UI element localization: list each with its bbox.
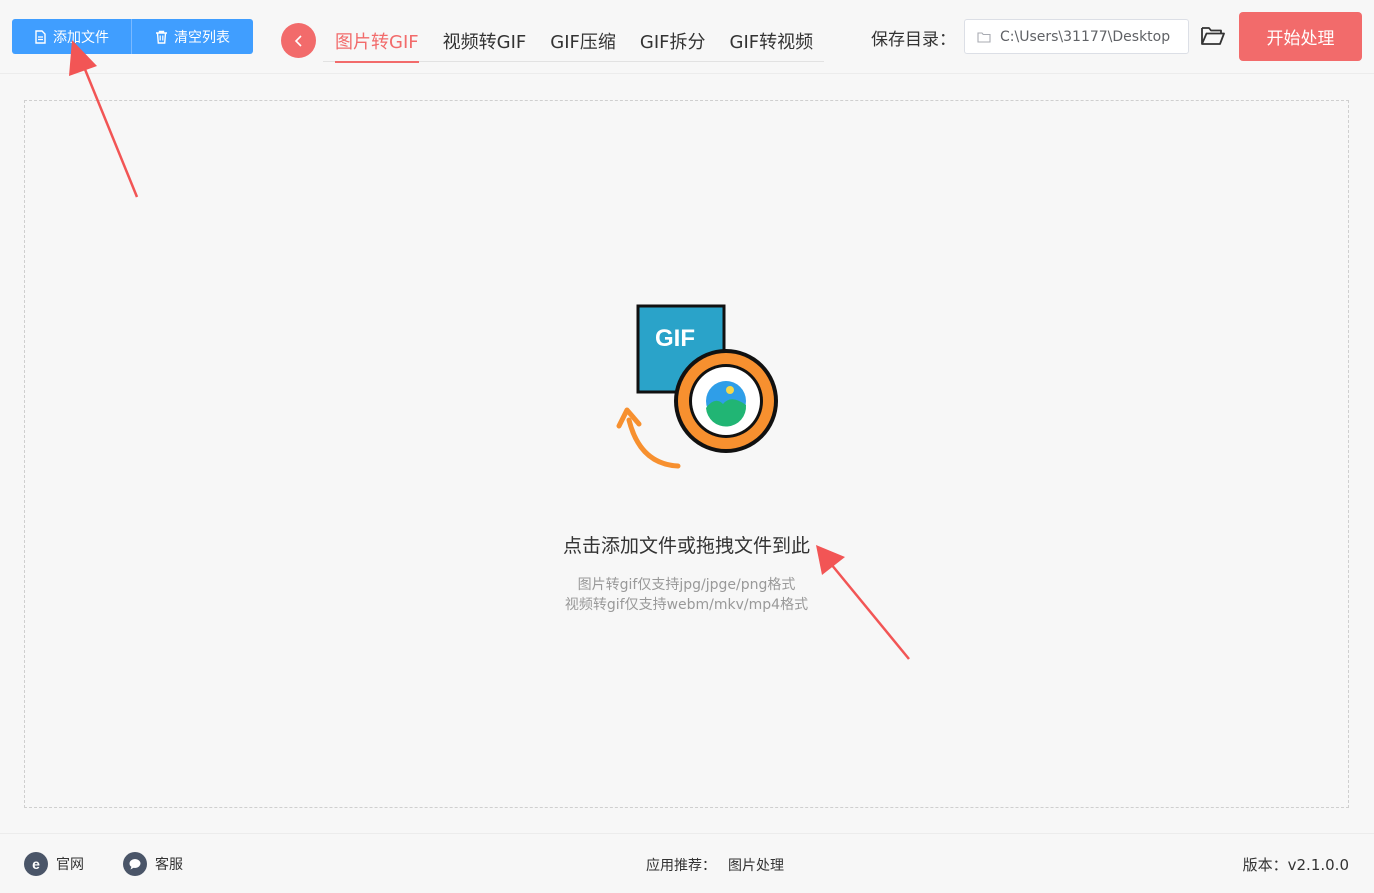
clear-list-label: 清空列表 (174, 29, 230, 46)
file-drop-zone[interactable]: GIF 点击添加文件或拖拽文件到此 图片转gif仅支持jpg/jpge/png格… (24, 100, 1349, 808)
save-path-input[interactable]: C:\Users\31177\Desktop (964, 19, 1189, 54)
official-site-link[interactable]: e 官网 (24, 852, 84, 876)
recommend-label: 应用推荐： (646, 858, 716, 874)
recommend-link[interactable]: 图片处理 (728, 858, 784, 874)
tab-gif-compress[interactable]: GIF压缩 (538, 20, 628, 62)
tab-video-to-gif[interactable]: 视频转GIF (431, 20, 539, 62)
gif-label: GIF (655, 325, 695, 352)
chevron-left-icon (294, 34, 302, 47)
format-hint-video: 视频转gif仅支持webm/mkv/mp4格式 (564, 597, 809, 613)
tab-image-to-gif[interactable]: 图片转GIF (323, 20, 431, 63)
version-text: 版本：v2.1.0.0 (1242, 856, 1349, 874)
add-file-button[interactable]: 添加文件 (12, 19, 132, 54)
browse-folder-button[interactable] (1200, 25, 1226, 51)
tab-gif-to-video[interactable]: GIF转视频 (718, 20, 826, 62)
file-button-group: 添加文件 清空列表 (12, 19, 253, 54)
drop-instruction: 点击添加文件或拖拽文件到此 (562, 535, 810, 557)
save-dir-label: 保存目录： (871, 30, 956, 50)
top-bar: 添加文件 清空列表 图片转GIF 视频转GIF GIF压缩 GIF拆分 GIF转… (0, 0, 1374, 74)
clear-list-button[interactable]: 清空列表 (132, 19, 253, 54)
trash-icon (156, 30, 167, 44)
add-file-label: 添加文件 (53, 29, 109, 46)
status-footer: e 官网 客服 应用推荐： 图片处理 版本：v2.1.0.0 (0, 833, 1374, 893)
app-recommend: 应用推荐： 图片处理 (646, 855, 784, 875)
customer-service-link[interactable]: 客服 (123, 852, 183, 876)
customer-service-label: 客服 (155, 857, 183, 873)
back-button[interactable] (281, 23, 316, 58)
chat-icon (123, 852, 147, 876)
tab-gif-split[interactable]: GIF拆分 (628, 20, 718, 62)
folder-small-icon (977, 31, 991, 43)
file-icon (35, 29, 46, 44)
ie-icon: e (24, 852, 48, 876)
svg-text:e: e (32, 857, 40, 871)
mode-tabs: 图片转GIF 视频转GIF GIF压缩 GIF拆分 GIF转视频 (323, 20, 826, 63)
open-folder-icon (1201, 27, 1225, 45)
start-processing-button[interactable]: 开始处理 (1239, 12, 1362, 61)
format-hint-image: 图片转gif仅支持jpg/jpge/png格式 (577, 577, 796, 593)
save-path-value: C:\Users\31177\Desktop (1000, 28, 1171, 45)
gif-convert-illustration: GIF (616, 304, 778, 469)
official-site-label: 官网 (56, 857, 84, 873)
